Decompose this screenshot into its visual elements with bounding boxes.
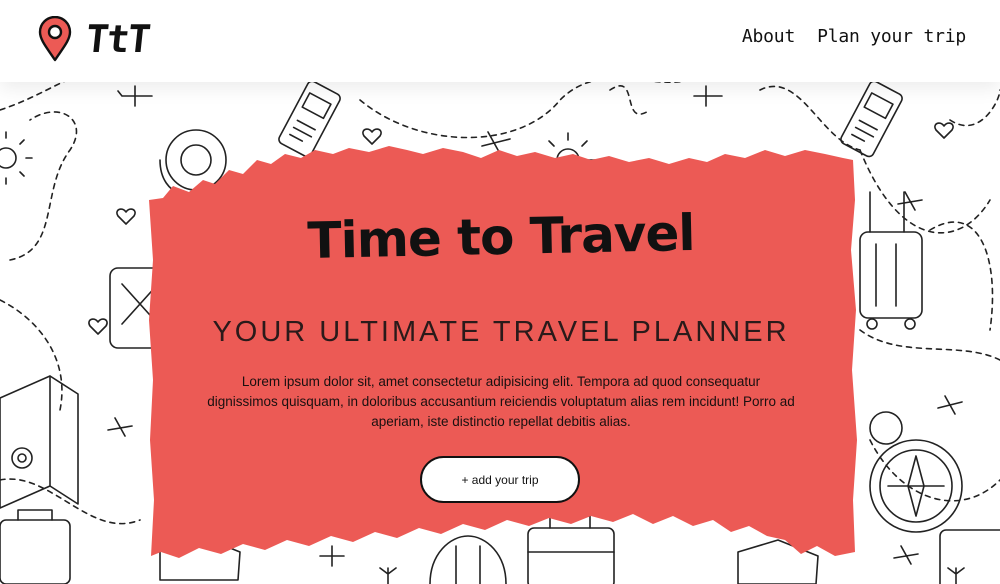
heart-icon [934, 122, 954, 139]
navbar: TtT About Plan your trip [0, 0, 1000, 82]
hero-card: Time to Travel YOUR ULTIMATE TRAVEL PLAN… [145, 140, 857, 572]
hero-subtitle: YOUR ULTIMATE TRAVEL PLANNER [212, 316, 790, 348]
main-nav: About Plan your trip [742, 26, 966, 47]
suitcase-icon [859, 191, 923, 330]
hero-description: Lorem ipsum dolor sit, amet consectetur … [207, 374, 795, 429]
map-icon [0, 375, 79, 509]
airplane-icon [117, 85, 153, 107]
map-pin-icon [38, 16, 72, 62]
sun-icon [0, 131, 33, 185]
nav-link-plan-your-trip[interactable]: Plan your trip [817, 26, 966, 47]
airplane-icon [893, 545, 919, 565]
nav-link-about[interactable]: About [742, 26, 795, 47]
palm-icon [947, 567, 965, 584]
airplane-icon [937, 395, 963, 415]
airplane-icon [693, 85, 723, 107]
add-trip-button[interactable]: + add your trip [420, 456, 580, 503]
airplane-icon [897, 191, 923, 211]
compass-icon [869, 411, 963, 533]
logo[interactable]: TtT [38, 16, 151, 62]
suitcase-icon [939, 529, 1000, 584]
heart-icon [88, 318, 108, 335]
logo-text: TtT [83, 17, 151, 61]
hero-title: Time to Travel [306, 203, 696, 271]
suitcase-icon [0, 509, 71, 584]
heart-icon [116, 208, 136, 225]
hero-content: Time to Travel YOUR ULTIMATE TRAVEL PLAN… [145, 140, 857, 572]
airplane-icon [107, 417, 133, 437]
